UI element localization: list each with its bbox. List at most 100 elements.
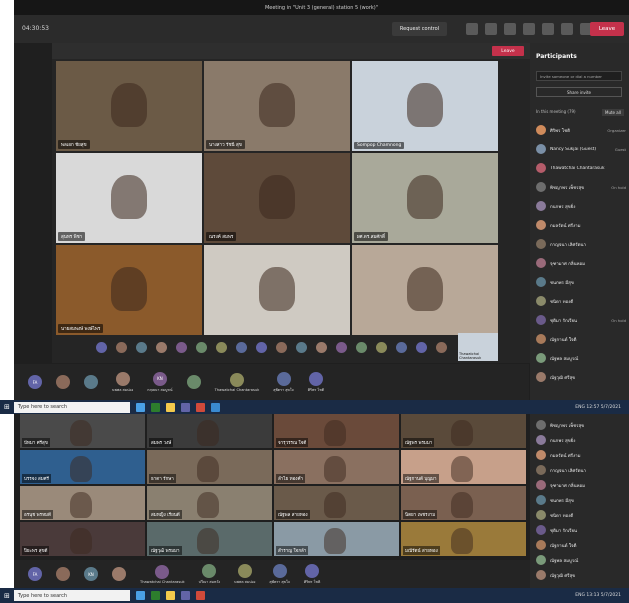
app-icon[interactable] <box>195 402 205 412</box>
participant-avatar[interactable] <box>356 341 367 353</box>
participant-avatar[interactable] <box>116 341 127 353</box>
participant-avatar[interactable] <box>216 341 227 353</box>
participant-row[interactable]: ชุติมา รักเรียน On hold <box>536 313 626 327</box>
lower-participant-row[interactable]: ณัฐกานต์ ใจดี <box>536 538 626 552</box>
participant-row[interactable]: ณัฐวุฒิ ศรีสุข <box>536 370 626 384</box>
lower-strip-item[interactable]: ปวีณา สมหวัง <box>199 563 220 585</box>
lower-strip-name: นพพล สมปอง <box>234 579 256 584</box>
lower-video-tile-label: ธาดา รักษา <box>149 474 176 483</box>
participant-avatar[interactable] <box>136 341 147 353</box>
lower-participant-row[interactable]: ชนิดา ทองดี <box>536 508 626 522</box>
participant-avatar[interactable] <box>376 341 387 353</box>
lower-strip-item[interactable] <box>56 567 70 581</box>
lower-video-tile: สมหญิง เรียนดี <box>147 486 272 520</box>
bottom-strip-item[interactable]: สุพัตรา สุขใจ <box>273 371 294 393</box>
lower-strip-item[interactable]: ศิริพร โชติ <box>304 563 320 585</box>
share-invite-button[interactable]: Share invite <box>536 87 622 97</box>
participant-row[interactable]: พิชญาพร เพ็ชรสุข On hold <box>536 180 626 194</box>
participant-name: Thawatchai Chantarasuk <box>550 165 605 171</box>
lower-participant-row[interactable]: ชุติมา รักเรียน <box>536 523 626 537</box>
folder-icon[interactable] <box>165 402 175 412</box>
bottom-strip-item[interactable]: FA <box>28 375 42 389</box>
taskbar-search-input[interactable]: Type here to search <box>13 401 130 413</box>
participant-row[interactable]: ณัฐพล สมบูรณ์ <box>536 351 626 365</box>
participant-avatar[interactable] <box>236 341 247 353</box>
chrome-icon-2[interactable] <box>150 591 160 600</box>
participant-row[interactable]: ชนกพร มีสุข <box>536 275 626 289</box>
participant-avatar[interactable] <box>336 341 347 353</box>
lower-participant-row[interactable]: จุฑามาศ กลิ่นหอม <box>536 478 626 492</box>
participants-search-input[interactable]: Invite someone or dial a number <box>536 71 622 81</box>
bottom-strip-item[interactable]: นพพล สมปอง <box>112 371 133 393</box>
lower-strip-item[interactable]: นพพล สมปอง <box>234 563 256 585</box>
bottom-strip-item[interactable]: KN กฤษณา สมบูรณ์ <box>147 371 173 393</box>
participant-row[interactable]: Nancy Sukjai (Guest) Guest <box>536 142 626 156</box>
rooms-icon[interactable] <box>523 23 535 35</box>
participant-avatar[interactable] <box>436 341 447 353</box>
participant-row[interactable]: ณัฐกานต์ ใจดี <box>536 332 626 346</box>
participant-avatar[interactable] <box>396 341 407 353</box>
participant-name: ณัฐกานต์ ใจดี <box>550 543 577 549</box>
folder-icon-2[interactable] <box>165 591 175 600</box>
participant-avatar[interactable] <box>416 341 427 353</box>
more-icon[interactable] <box>542 23 554 35</box>
participant-avatar[interactable] <box>176 341 187 353</box>
participant-avatar <box>536 296 546 306</box>
participant-avatar[interactable] <box>276 341 287 353</box>
lower-participant-row[interactable]: กนกพร สุขยิ่ง <box>536 433 626 447</box>
lower-strip-item[interactable]: FA <box>28 567 42 581</box>
lower-participant-row[interactable]: กาญจนา เลิศรัตนา <box>536 463 626 477</box>
participant-avatar[interactable] <box>316 341 327 353</box>
lower-participant-row[interactable]: กมลรัตน์ ศรีงาม <box>536 448 626 462</box>
mute-all-button[interactable]: Mute all <box>602 109 624 116</box>
chrome-icon[interactable] <box>150 402 160 412</box>
bottom-strip-item[interactable]: Thawatchai Chantarasuk <box>215 372 259 392</box>
teams-icon[interactable] <box>180 402 190 412</box>
participant-row[interactable]: ชนิดา ทองดี <box>536 294 626 308</box>
participant-avatar[interactable] <box>196 341 207 353</box>
bottom-strip-item[interactable] <box>186 375 201 389</box>
participant-avatar[interactable] <box>96 341 107 353</box>
bottom-strip-item[interactable] <box>84 375 98 389</box>
participant-row[interactable]: กาญจนา เลิศรัตนา <box>536 237 626 251</box>
lower-participant-row[interactable]: ณัฐพล สมบูรณ์ <box>536 553 626 567</box>
teams-icon-2[interactable] <box>180 591 190 600</box>
windows-start-icon-2[interactable]: ⊞ <box>4 592 10 600</box>
camera-icon[interactable] <box>561 23 573 35</box>
lower-strip-avatar: FA <box>28 567 42 581</box>
bottom-strip-item[interactable]: ศิริพร โชติ <box>308 371 324 393</box>
participant-name: ณัฐวุฒิ ศรีสุข <box>550 375 576 381</box>
bottom-strip-item[interactable] <box>56 375 70 389</box>
edge-icon[interactable] <box>135 402 145 412</box>
app-icon-2[interactable] <box>195 591 205 600</box>
edge-icon-2[interactable] <box>135 591 145 600</box>
participant-row[interactable]: กนกพร สุขยิ่ง <box>536 199 626 213</box>
lower-strip-item[interactable] <box>112 567 126 581</box>
lower-participant-row[interactable]: พิชญาพร เพ็ชรสุข <box>536 418 626 432</box>
participant-avatar[interactable] <box>296 341 307 353</box>
windows-start-icon[interactable]: ⊞ <box>4 403 10 411</box>
participant-name: ชนกพร มีสุข <box>550 280 574 286</box>
chat-icon[interactable] <box>485 23 497 35</box>
people-icon[interactable] <box>466 23 478 35</box>
taskbar-search-input-2[interactable]: Type here to search <box>13 590 130 601</box>
store-icon[interactable] <box>210 402 220 412</box>
leave-button[interactable]: Leave <box>590 22 624 36</box>
lower-strip-item[interactable]: สุพัตรา สุขใจ <box>269 563 290 585</box>
participant-row[interactable]: ศิริพร โชติ Organizer <box>536 123 626 137</box>
lower-strip-item[interactable]: Thawatchai Chantarasuk <box>140 564 185 584</box>
lower-video-tile-label: จารุวรรณ ใจดี <box>276 438 309 447</box>
reaction-icon[interactable] <box>504 23 516 35</box>
participant-silhouette <box>451 420 473 446</box>
participant-avatar[interactable] <box>156 341 167 353</box>
lower-strip-item[interactable]: KN <box>84 567 98 581</box>
meeting-toolbar: 04:30:53 Request control Leave <box>14 15 629 43</box>
participant-row[interactable]: Thawatchai Chantarasuk <box>536 161 626 175</box>
lower-participant-row[interactable]: ชนกพร มีสุข <box>536 493 626 507</box>
lower-participant-row[interactable]: ณัฐวุฒิ ศรีสุข <box>536 568 626 582</box>
participant-avatar[interactable] <box>256 341 267 353</box>
participant-row[interactable]: จุฑามาศ กลิ่นหอม <box>536 256 626 270</box>
video-tile: สุนทร พิชา <box>56 153 202 243</box>
request-control-button[interactable]: Request control <box>392 22 447 36</box>
participant-row[interactable]: กมลรัตน์ ศรีงาม <box>536 218 626 232</box>
